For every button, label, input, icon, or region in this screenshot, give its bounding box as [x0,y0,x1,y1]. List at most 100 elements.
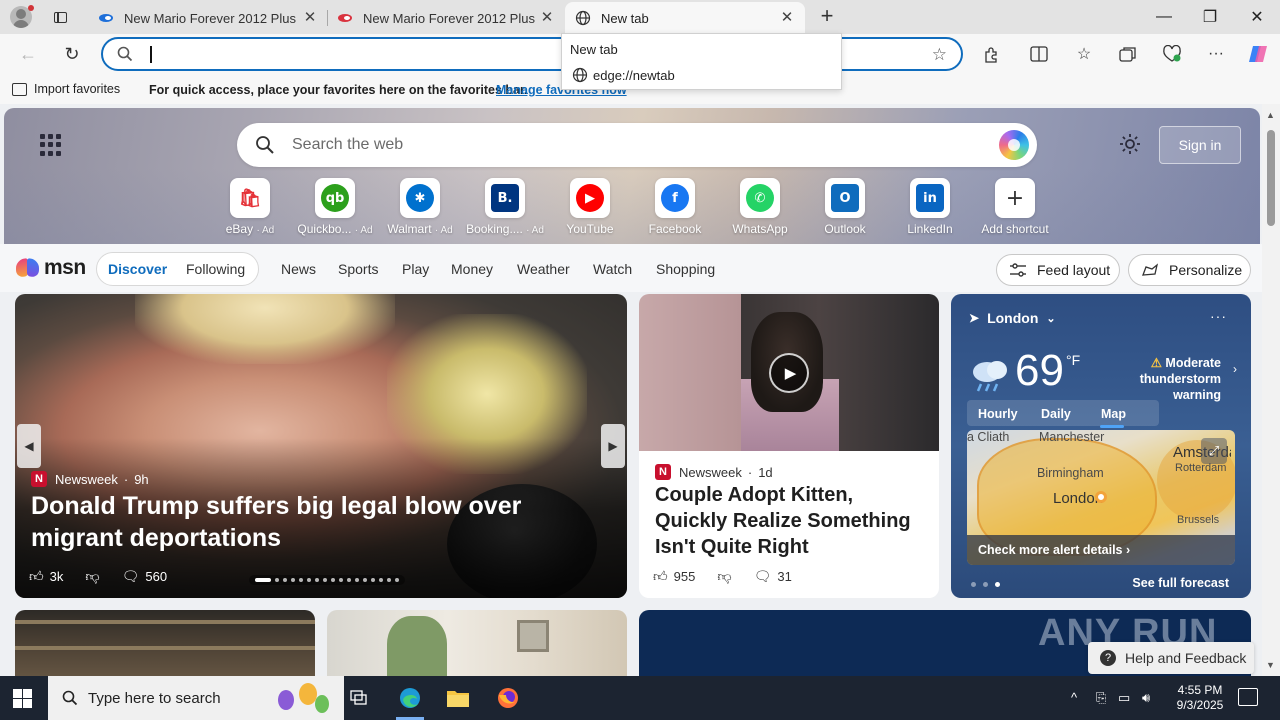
refresh-icon[interactable]: ↻ [58,40,86,68]
shortcut-facebook[interactable]: f Facebook [634,178,716,242]
weather-page-indicator[interactable] [971,582,1000,587]
dislike-icon[interactable]: 👎︎ [717,568,731,585]
shortcut-ebay[interactable]: 🛍︎ eBay · Ad [209,178,291,242]
personalize-button[interactable]: Personalize [1128,254,1251,286]
msn-logo[interactable]: msn [16,256,86,280]
weather-alert[interactable]: ⚠ Moderate thunderstorm warning [1091,355,1221,403]
story-headline[interactable]: Donald Trump suffers big legal blow over… [31,490,611,554]
help-feedback-button[interactable]: ? Help and Feedback [1088,642,1254,674]
shortcut-outlook[interactable]: O Outlook [804,178,886,242]
show-hidden-icons-icon[interactable]: ^ [1071,690,1077,705]
split-screen-icon[interactable] [1028,43,1050,65]
comment-icon[interactable]: 🗨︎ [122,568,140,585]
shortcut-walmart[interactable]: ✱ Walmart · Ad [379,178,461,242]
collections-icon[interactable] [1117,43,1139,65]
tab-hourly[interactable]: Hourly [978,407,1018,421]
tab-shopping[interactable]: Shopping [656,261,715,277]
notification-center-icon[interactable] [1238,688,1258,706]
story-thumbnail[interactable] [327,610,627,676]
close-tab-icon[interactable]: ✕ [539,10,555,26]
settings-gear-icon[interactable] [1118,132,1142,156]
tab-mario-2[interactable]: New Mario Forever 2012 Plus ✕ [327,2,565,34]
browser-essentials-icon[interactable] [1161,43,1183,65]
chevron-right-icon[interactable]: › [1233,362,1237,376]
new-tab-button[interactable]: + [816,5,838,28]
scroll-down-icon[interactable]: ▼ [1266,660,1275,670]
tab-map[interactable]: Map [1101,407,1126,421]
tab-money[interactable]: Money [451,261,493,277]
carousel-indicator[interactable] [249,575,405,585]
full-forecast-link[interactable]: See full forecast [1132,576,1229,590]
import-favorites-button[interactable]: Import favorites [12,82,120,96]
feed-layout-button[interactable]: Feed layout [996,254,1120,286]
weather-card[interactable]: ➤ London ⌄ ··· 69 °F ⚠ Moderate thunders… [951,294,1251,598]
tab-mario-1[interactable]: New Mario Forever 2012 Plus ✕ [88,2,328,34]
network-icon[interactable]: ⎘ [1096,690,1106,706]
wifi-icon[interactable]: ▭ [1118,690,1130,706]
copilot-search-icon[interactable] [999,130,1029,160]
tab-discover[interactable]: Discover [108,261,167,277]
like-icon[interactable]: 👍︎ [653,568,668,585]
close-tab-icon[interactable]: ✕ [779,10,795,26]
story-headline[interactable]: Couple Adopt Kitten, Quickly Realize Som… [655,482,930,560]
weather-location[interactable]: ➤ London ⌄ [969,310,1056,326]
tab-news[interactable]: News [281,261,316,277]
comment-icon[interactable]: 🗨︎ [754,568,772,585]
copilot-icon[interactable] [1247,43,1269,65]
windows-start-icon[interactable] [13,689,32,708]
shortcut-tile: 🛍︎ [230,178,270,218]
tab-sports[interactable]: Sports [338,261,378,277]
shortcut-linkedin[interactable]: in LinkedIn [889,178,971,242]
firefox-icon[interactable] [484,676,532,720]
task-view-icon[interactable] [336,676,384,720]
add-favorite-star-icon[interactable]: ☆ [932,45,947,65]
shortcut-youtube[interactable]: ▶ YouTube [549,178,631,242]
page-scrollbar[interactable]: ▲ ▼ [1262,104,1280,676]
scrollbar-thumb[interactable] [1267,130,1275,226]
expand-map-icon[interactable]: ⤢ [1201,438,1227,464]
play-video-icon[interactable]: ▶ [769,353,809,393]
suggestion-url[interactable]: edge://newtab [593,68,675,83]
weather-map[interactable]: a Cliath Manchester Birmingham London Am… [967,430,1235,565]
volume-icon[interactable]: 🔊︎ [1142,690,1150,706]
file-explorer-icon[interactable] [434,676,482,720]
more-options-icon[interactable]: ··· [1210,308,1227,324]
shortcut-whatsapp[interactable]: ✆ WhatsApp [719,178,801,242]
web-search-box[interactable]: Search the web [237,123,1037,167]
extensions-icon[interactable] [980,43,1002,65]
dislike-icon[interactable]: 👎︎ [85,568,99,585]
kitten-story-card[interactable]: ▶ N Newsweek · 1d Couple Adopt Kitten, Q… [639,294,939,598]
minimize-button[interactable]: — [1141,0,1187,34]
tab-watch[interactable]: Watch [593,261,632,277]
sign-in-button[interactable]: Sign in [1159,126,1241,164]
scroll-up-icon[interactable]: ▲ [1266,110,1275,120]
close-window-button[interactable]: ✕ [1234,0,1280,34]
tab-weather[interactable]: Weather [517,261,570,277]
tab-actions-icon[interactable] [48,6,72,28]
back-icon[interactable]: ← [14,40,42,68]
more-icon[interactable]: ··· [1205,43,1227,65]
alert-details-link[interactable]: Check more alert details › [967,535,1235,565]
tab-daily[interactable]: Daily [1041,407,1071,421]
shortcut-add-shortcut[interactable]: + Add shortcut [974,178,1056,242]
edge-taskbar-icon[interactable] [386,676,434,720]
like-icon[interactable]: 👍︎ [29,568,44,585]
tab-new-tab[interactable]: New tab ✕ [565,2,805,34]
carousel-next-icon[interactable]: ▶ [601,424,625,468]
system-clock[interactable]: 4:55 PM 9/3/2025 [1172,683,1228,713]
favorites-icon[interactable]: ☆ [1073,43,1095,65]
story-thumbnail[interactable] [15,610,315,676]
taskbar-search-box[interactable]: Type here to search [48,676,344,720]
app-launcher-icon[interactable] [40,134,62,156]
tab-play[interactable]: Play [402,261,429,277]
shortcut-booking[interactable]: B. Booking.... · Ad [464,178,546,242]
shortcut-quickbo[interactable]: qb Quickbo... · Ad [294,178,376,242]
carousel-prev-icon[interactable]: ◀ [17,424,41,468]
facebook-icon: f [661,184,689,212]
tab-following[interactable]: Following [186,261,245,277]
restore-button[interactable]: ❐ [1187,0,1233,34]
close-tab-icon[interactable]: ✕ [302,10,318,26]
suggestion-title[interactable]: New tab [570,42,618,57]
temperature-unit[interactable]: °F [1066,352,1080,368]
lead-story-card[interactable]: ◀ ▶ N Newsweek · 9h Donald Trump suffers… [15,294,627,598]
